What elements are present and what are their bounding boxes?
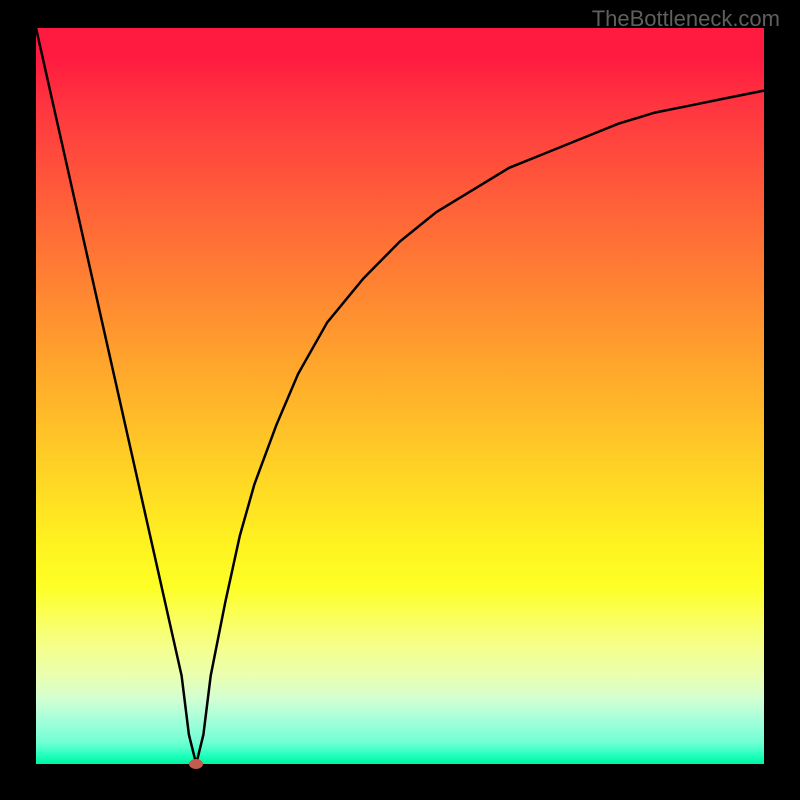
chart-container: TheBottleneck.com [0, 0, 800, 800]
line-plot [36, 28, 764, 764]
minimum-marker [189, 759, 203, 769]
plot-area [36, 28, 764, 764]
watermark-text: TheBottleneck.com [592, 6, 780, 32]
data-curve [36, 28, 764, 764]
